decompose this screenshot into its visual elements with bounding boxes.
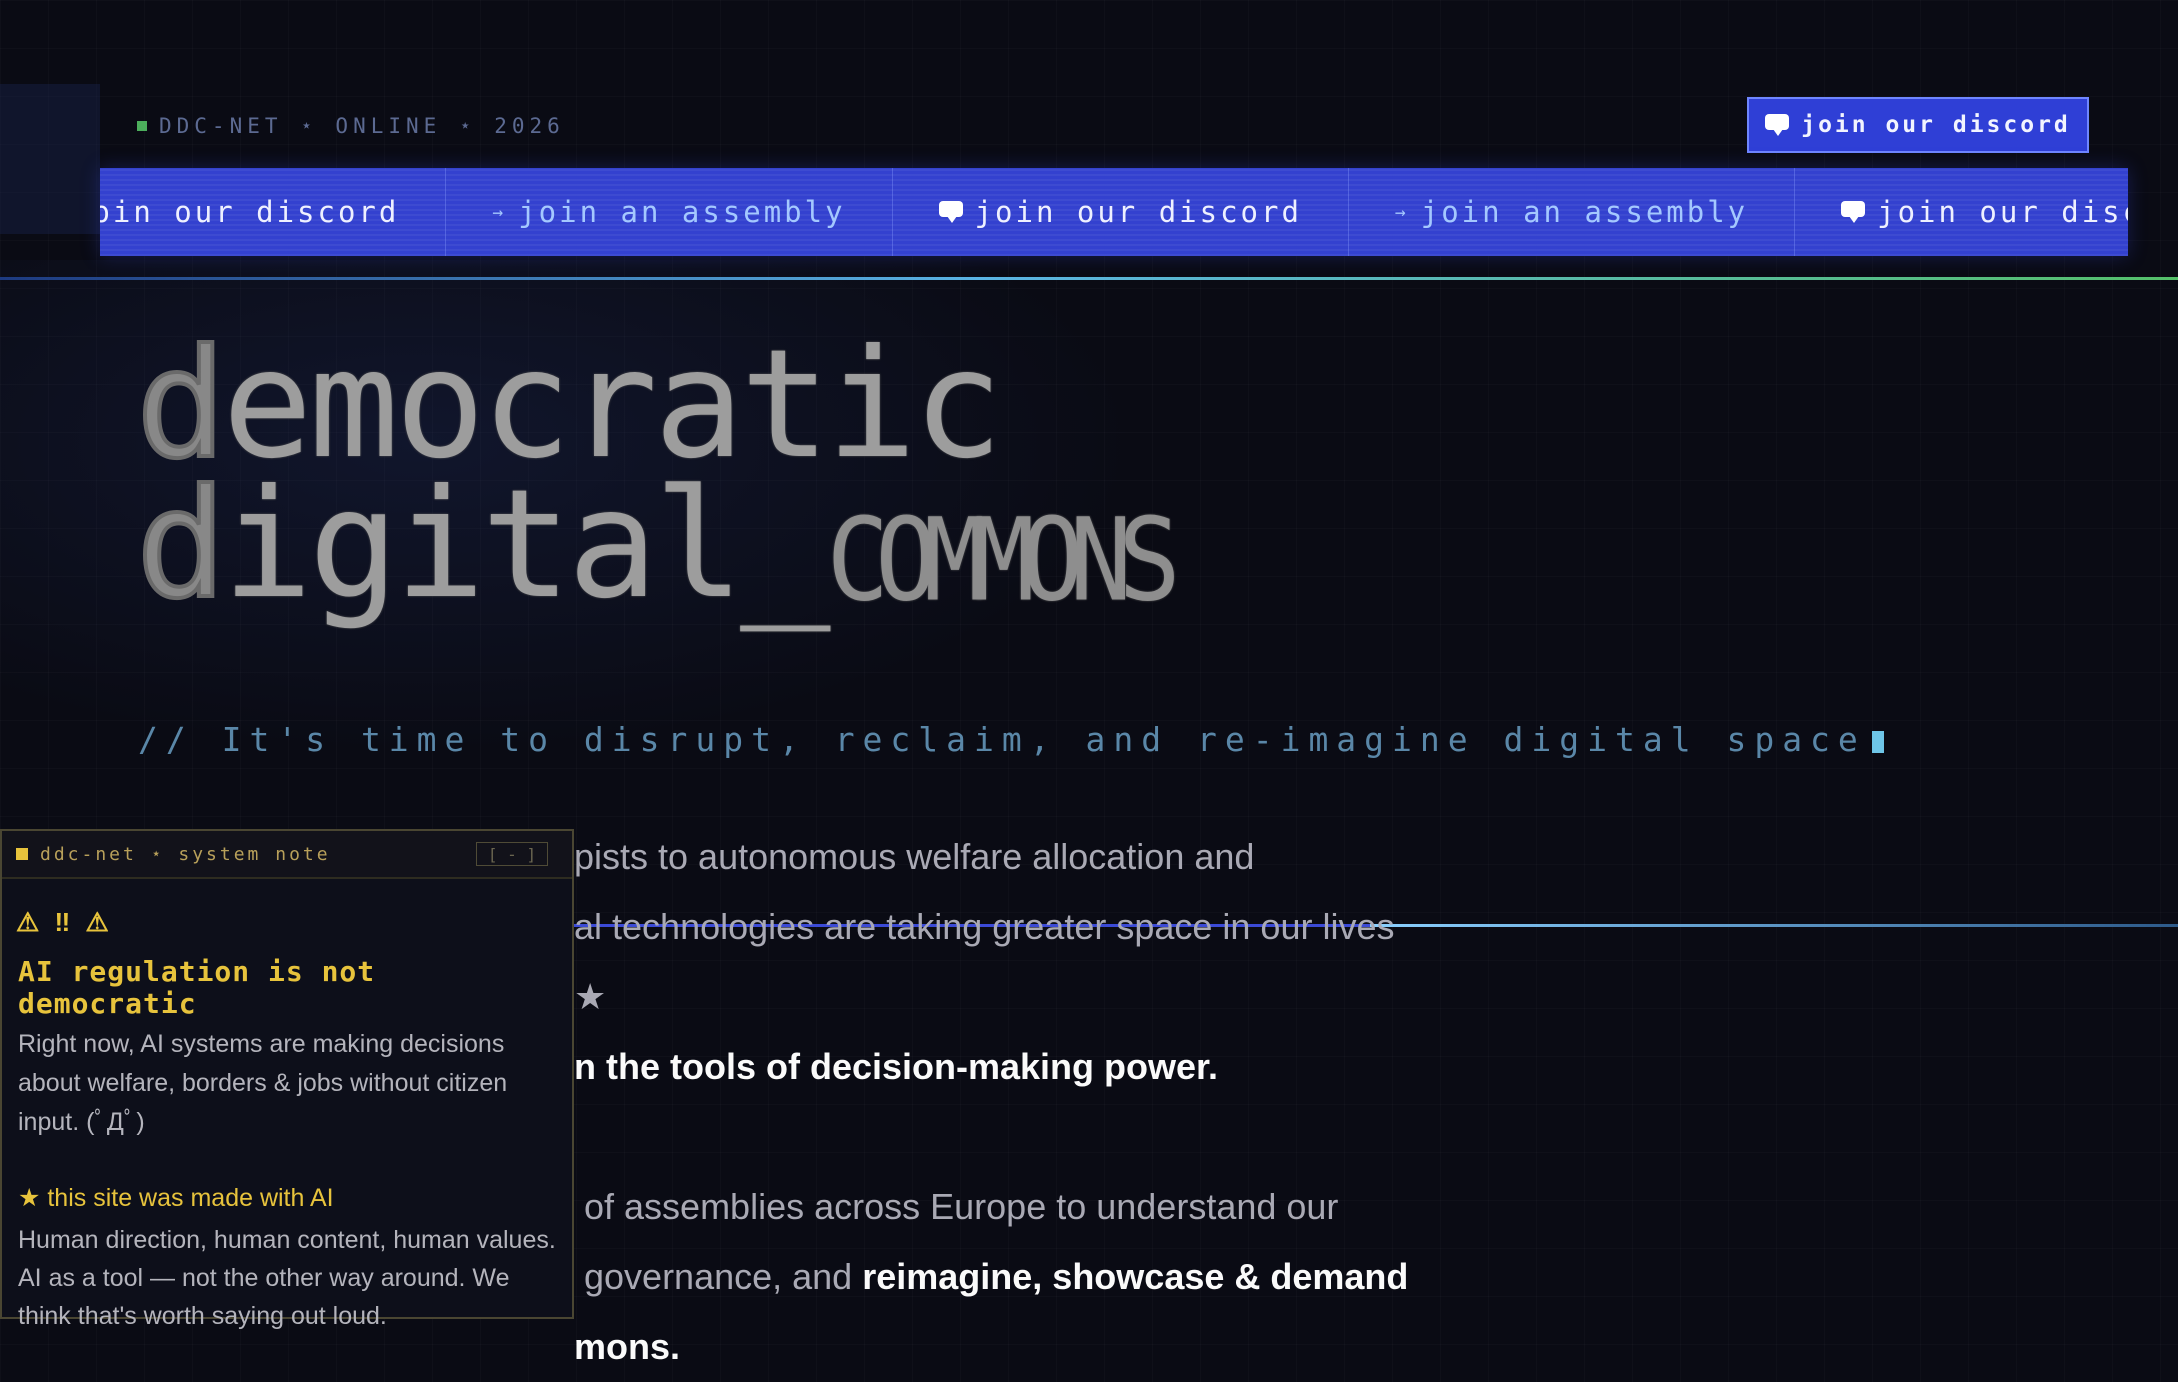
- intro-line: governance, and reimagine, showcase & de…: [584, 1242, 1430, 1312]
- intro-line: pists to autonomous welfare allocation a…: [574, 836, 1255, 877]
- chat-bubble-icon: [938, 201, 963, 223]
- intro-bold: reimagine, showcase & demand: [862, 1256, 1409, 1297]
- hero-word-commons: COMMONS: [826, 492, 1180, 628]
- ticker-join-discord-link[interactable]: join our discord: [893, 168, 1349, 256]
- note-square-icon: [16, 848, 28, 860]
- hero-word-digital: igital_: [222, 458, 830, 632]
- system-note-body: Right now, AI systems are making decisio…: [18, 1030, 508, 1136]
- system-note-heading: AI regulation is not democratic: [18, 955, 376, 1020]
- ticker-label: join an assembly: [518, 195, 846, 229]
- ticker-label: join an assembly: [1420, 195, 1749, 229]
- ticker-join-discord-link[interactable]: join our discord: [1795, 168, 2128, 256]
- arrow-right-icon: →: [1394, 201, 1409, 223]
- warning-icon: ⚠ ‼ ⚠: [16, 907, 113, 937]
- intro-paragraph-1: pists to autonomous welfare allocation a…: [574, 822, 1430, 1102]
- chat-bubble-icon: [1841, 201, 1866, 223]
- ticker-join-discord-link[interactable]: join our discord: [100, 168, 447, 256]
- intro-line: mons.: [574, 1312, 1430, 1382]
- system-note-title-bar: ddc-net ⋆ system note: [16, 844, 331, 865]
- intro-bold: mons.: [574, 1326, 681, 1367]
- ticker-join-assembly-link[interactable]: → join an assembly: [446, 168, 893, 256]
- online-indicator-icon: [137, 121, 147, 131]
- system-note-header-text: ddc-net ⋆ system note: [40, 843, 331, 865]
- chat-bubble-icon: [1765, 114, 1790, 136]
- intro-paragraph-2: of assemblies across Europe to understan…: [574, 1172, 1430, 1382]
- ticker-label: join our discord: [974, 195, 1302, 229]
- intro-bold: n the tools of decision-making power.: [574, 1046, 1219, 1087]
- intro-line: of assemblies across Europe to understan…: [584, 1186, 1339, 1227]
- ticker-join-assembly-link[interactable]: → join an assembly: [1349, 168, 1796, 256]
- status-bar: DDC-NET ⋆ ONLINE ⋆ 2026: [137, 114, 565, 138]
- join-discord-button[interactable]: join our discord: [1747, 97, 2089, 153]
- announcement-ticker: join our discord → join an assembly join ou…: [100, 168, 2128, 256]
- cyan-divider: [1370, 924, 2178, 927]
- system-note-header: ddc-net ⋆ system note [ - ]: [2, 831, 572, 879]
- side-shade: [0, 84, 100, 234]
- arrow-right-icon: →: [492, 201, 507, 223]
- status-text: DDC-NET ⋆ ONLINE ⋆ 2026: [159, 114, 565, 138]
- hero-title: democratic digital_COMMONS: [134, 328, 1181, 622]
- ticker-track: join our discord → join an assembly join ou…: [100, 168, 2128, 256]
- system-note-body-2: Human direction, human content, human va…: [18, 1226, 556, 1330]
- tagline-text: // It's time to disrupt, reclaim, and re…: [138, 720, 1866, 759]
- ticker-label: join our discord: [1877, 195, 2128, 229]
- tagline: // It's time to disrupt, reclaim, and re…: [138, 720, 1884, 759]
- join-discord-label: join our discord: [1801, 112, 2071, 138]
- ticker-label: join our discord: [100, 195, 400, 229]
- hero-initial-2: d: [134, 458, 228, 632]
- minimize-button[interactable]: [ - ]: [476, 842, 548, 866]
- made-with-ai-label: ★ this site was made with AI: [18, 1184, 334, 1212]
- hero-line-2: digital_COMMONS: [134, 468, 1181, 622]
- intro-line: n the tools of decision-making power.: [574, 1032, 1430, 1102]
- gradient-divider: [0, 277, 2178, 280]
- intro-plain: governance, and: [584, 1256, 863, 1297]
- intro-line: al technologies are taking greater space…: [574, 906, 1395, 1017]
- cursor-icon: [1871, 730, 1884, 753]
- system-note-panel: ddc-net ⋆ system note [ - ] ⚠ ‼ ⚠ AI reg…: [0, 829, 574, 1330]
- hero-line-1: democratic: [134, 328, 1167, 482]
